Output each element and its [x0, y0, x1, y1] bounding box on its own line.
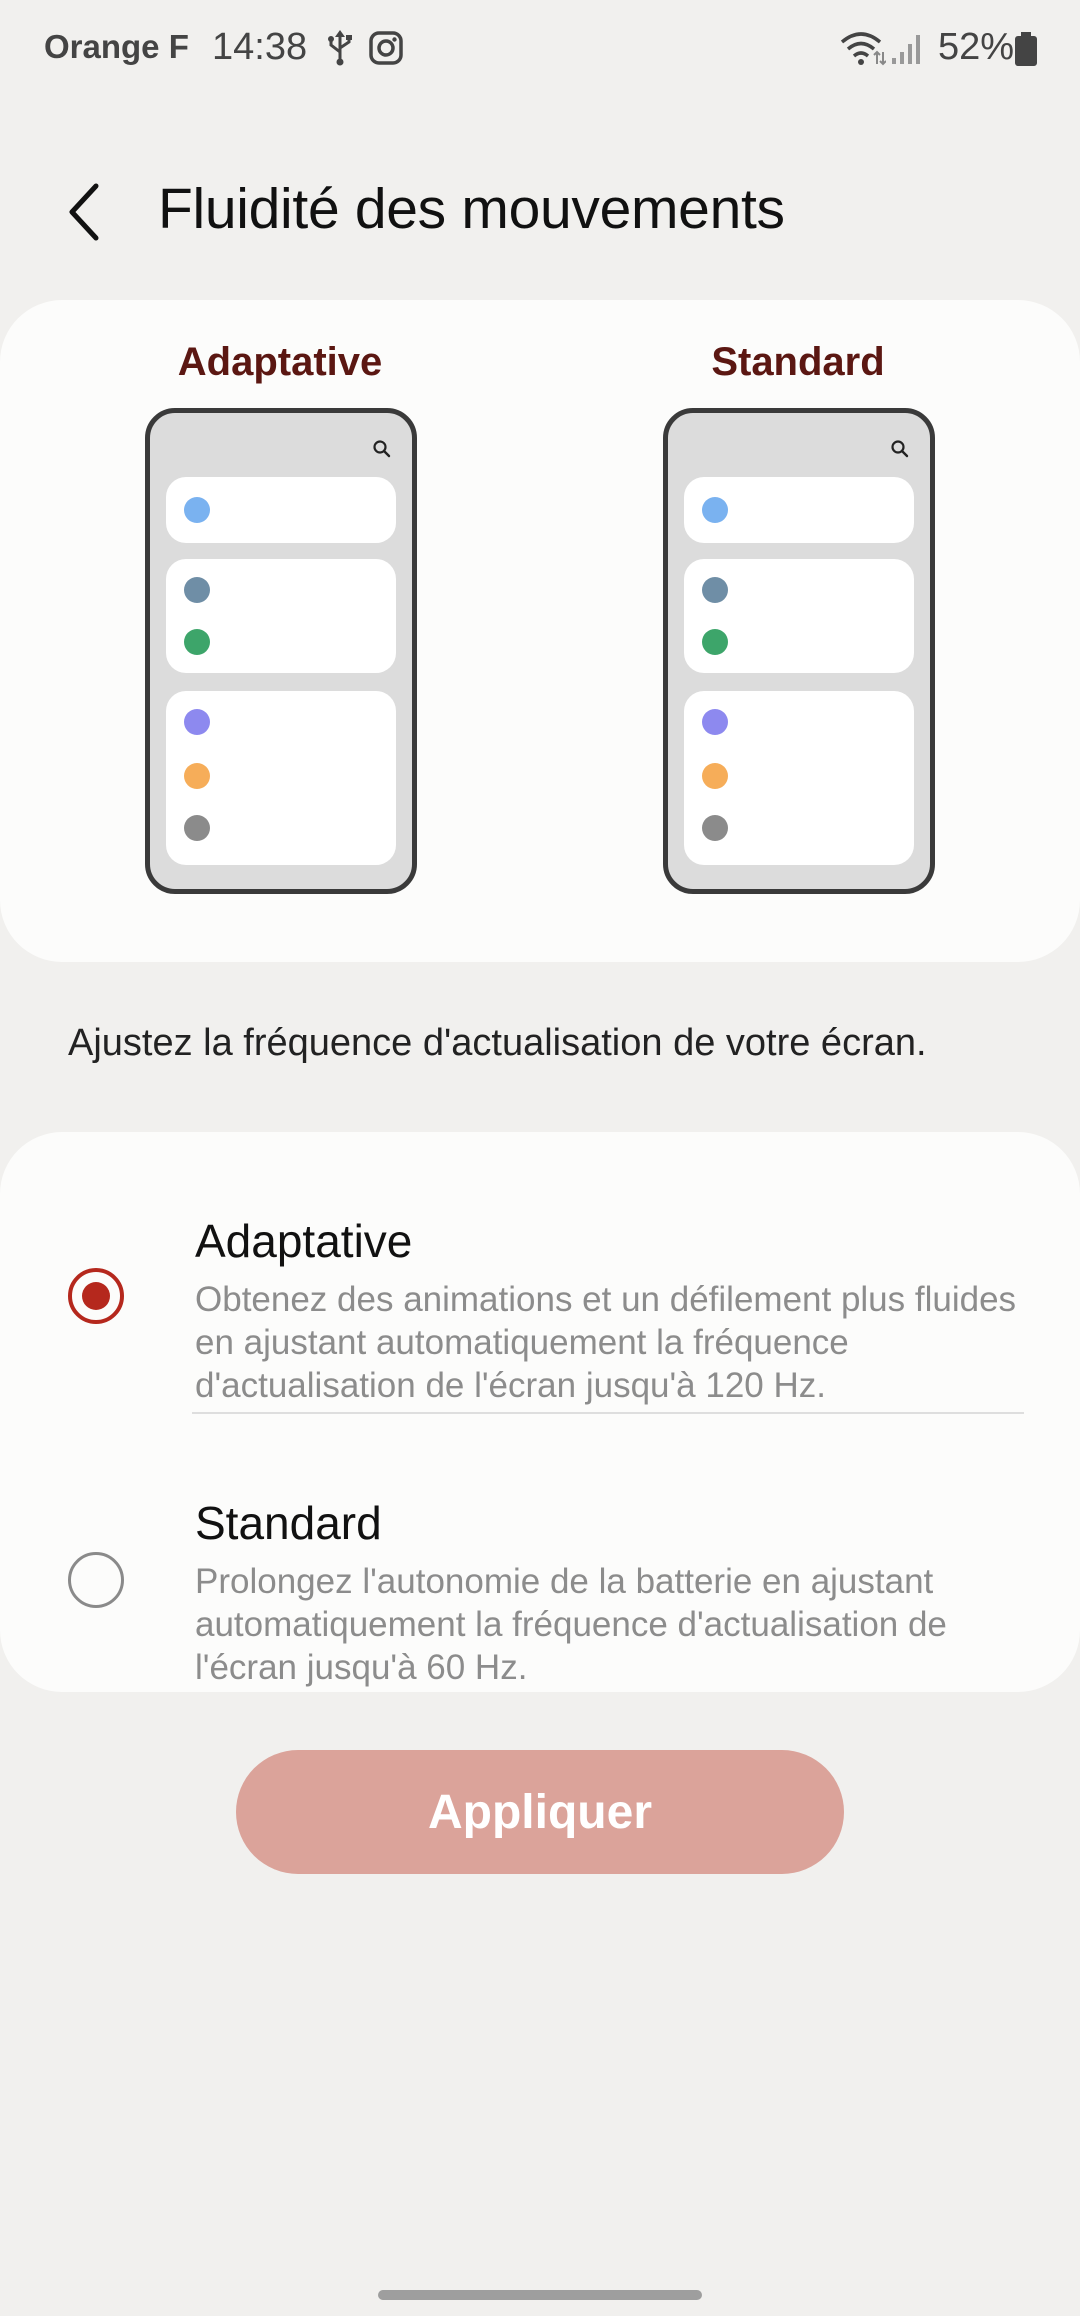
clock: 14:38: [212, 26, 308, 68]
mock-list-card: [166, 477, 396, 543]
radio-standard[interactable]: [68, 1552, 124, 1608]
mock-list-card: [684, 559, 914, 673]
option-description: Obtenez des animations et un défilement …: [195, 1280, 1017, 1405]
back-button[interactable]: [56, 176, 120, 248]
battery-percent: 52%: [938, 26, 1015, 68]
status-bar: Orange F 14:38 52%: [0, 0, 1080, 96]
wifi-icon: [840, 30, 887, 71]
mock-dot: [184, 815, 210, 841]
mock-dot: [702, 629, 728, 655]
preview-label-adaptive: Adaptative: [177, 340, 383, 384]
preview-card: Adaptative Standard: [0, 300, 1080, 962]
phone-mockup: [663, 408, 935, 894]
preview-standard: Standard: [628, 300, 968, 962]
mock-dot: [702, 577, 728, 603]
usb-icon: [326, 30, 354, 71]
mock-dot: [702, 815, 728, 841]
carrier-name: Orange F: [44, 28, 189, 65]
mock-list-card: [684, 477, 914, 543]
battery-icon: [1014, 32, 1038, 73]
preview-label-standard: Standard: [711, 340, 885, 384]
mock-dot: [184, 629, 210, 655]
mock-dot: [702, 763, 728, 789]
option-description: Prolongez l'autonomie de la batterie en …: [195, 1562, 947, 1687]
search-icon: [890, 439, 910, 464]
mock-list-card: [166, 559, 396, 673]
instagram-icon: [368, 30, 404, 71]
mock-dot: [702, 497, 728, 523]
mock-list-card: [166, 691, 396, 865]
mock-dot: [184, 577, 210, 603]
home-gesture-handle[interactable]: [378, 2290, 702, 2300]
apply-button[interactable]: Appliquer: [236, 1750, 844, 1874]
phone-mockup: [145, 408, 417, 894]
mock-dot: [702, 709, 728, 735]
search-icon: [372, 439, 392, 464]
option-title: Adaptative: [195, 1215, 413, 1267]
mock-list-card: [684, 691, 914, 865]
description-text: Ajustez la fréquence d'actualisation de …: [68, 1022, 927, 1064]
chevron-left-icon: [69, 183, 99, 241]
option-title: Standard: [195, 1497, 382, 1549]
page-title: Fluidité des mouvements: [158, 177, 785, 241]
signal-icon: [890, 30, 926, 71]
mock-dot: [184, 709, 210, 735]
divider: [192, 1412, 1024, 1414]
options-card: Adaptative Obtenez des animations et un …: [0, 1132, 1080, 1692]
option-standard[interactable]: Standard Prolongez l'autonomie de la bat…: [0, 1454, 1080, 1692]
mock-dot: [184, 497, 210, 523]
preview-adaptive: Adaptative: [110, 300, 450, 962]
radio-adaptive[interactable]: [68, 1268, 124, 1324]
mock-dot: [184, 763, 210, 789]
